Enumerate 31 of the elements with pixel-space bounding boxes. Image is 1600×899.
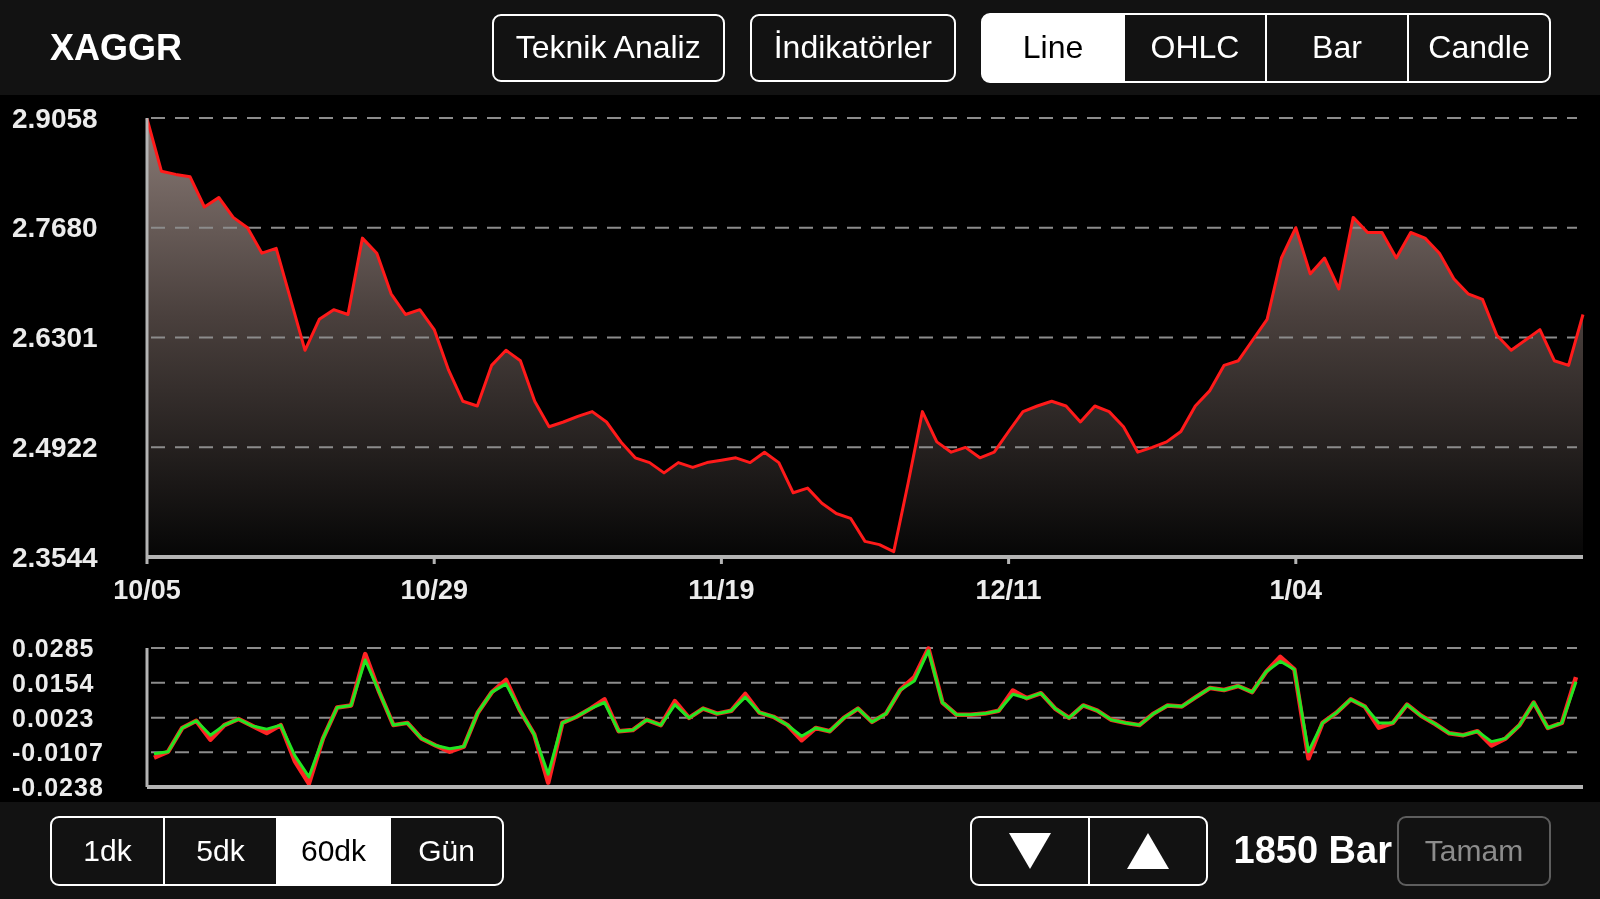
y-tick-label: 0.0285: [12, 634, 95, 662]
x-tick-label: 1/04: [1269, 575, 1323, 605]
x-tick-label: 10/05: [113, 575, 181, 605]
chart-type-tab[interactable]: OHLC: [1123, 12, 1267, 83]
down-triangle-icon: [1008, 832, 1051, 869]
interval-tab[interactable]: 60dk: [276, 815, 391, 886]
x-tick-label: 11/19: [688, 575, 755, 605]
interval-tab[interactable]: Gün: [389, 815, 504, 886]
y-tick-label: 2.3544: [12, 541, 98, 573]
y-tick-label: 0.0023: [12, 703, 95, 732]
symbol-title: XAGGR: [50, 26, 182, 69]
chart-type-tab[interactable]: Candle: [1407, 12, 1551, 83]
toolbar-button[interactable]: Teknik Analiz: [491, 13, 725, 82]
interval-tab[interactable]: 1dk: [50, 815, 165, 886]
y-tick-label: 2.7680: [12, 212, 98, 244]
up-arrow-button[interactable]: [1087, 815, 1208, 886]
bar-count-label: 1850 Bar: [1233, 829, 1392, 872]
up-triangle-icon: [1126, 832, 1169, 869]
y-tick-label: 2.9058: [12, 102, 98, 134]
x-tick-label: 12/11: [975, 575, 1042, 605]
x-tick-label: 10/29: [400, 575, 468, 605]
y-tick-label: 2.6301: [12, 322, 98, 353]
down-arrow-button[interactable]: [969, 815, 1090, 886]
toolbar-button[interactable]: İndikatörler: [749, 13, 956, 82]
y-tick-label: -0.0238: [12, 773, 104, 801]
y-tick-label: 0.0154: [12, 668, 95, 697]
y-tick-label: 2.4922: [12, 431, 98, 463]
y-tick-label: -0.0107: [12, 738, 104, 767]
chart-type-tab[interactable]: Bar: [1265, 12, 1409, 83]
interval-tab[interactable]: 5dk: [163, 815, 278, 886]
chart-type-tab[interactable]: Line: [981, 12, 1125, 83]
